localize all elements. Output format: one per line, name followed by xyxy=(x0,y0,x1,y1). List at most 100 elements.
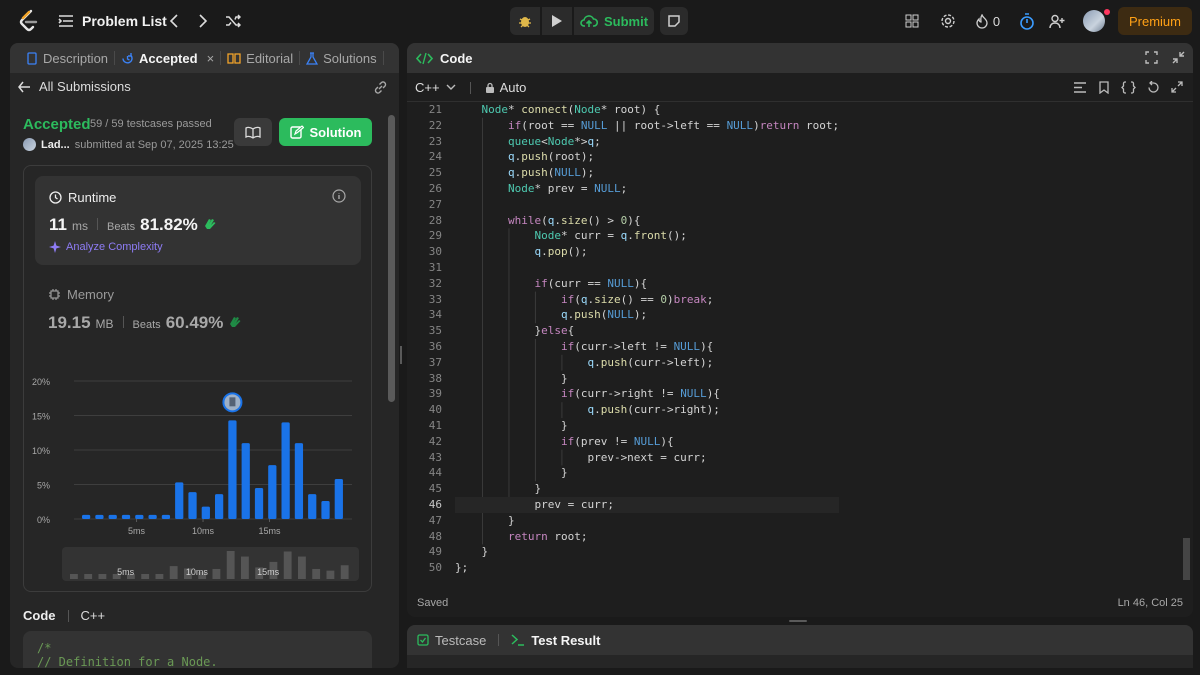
tab-solutions[interactable]: Solutions xyxy=(300,43,382,73)
code-editor[interactable]: 21 22 23 24 25 26 27 28 29 30 31 32 33 34 35 36 37 38 39 40… xyxy=(407,102,1193,588)
code-line[interactable]: if(prev != NULL){ xyxy=(455,434,839,450)
chart-bar xyxy=(268,465,277,519)
left-tabs: Description Accepted × Editorial Solutio… xyxy=(10,43,399,73)
distribution-minimap[interactable]: 5ms 10ms 15ms xyxy=(62,547,359,581)
code-line[interactable]: if(q.size() == 0)break; xyxy=(455,292,839,308)
submit-button[interactable]: Submit xyxy=(574,7,654,35)
link-icon[interactable] xyxy=(373,80,388,95)
divider xyxy=(96,218,98,230)
language-select[interactable]: C++ xyxy=(415,80,456,95)
editorial-button[interactable] xyxy=(234,118,272,146)
solution-button[interactable]: Solution xyxy=(279,118,372,146)
streak-counter[interactable]: 0 xyxy=(972,8,1004,34)
edit-icon xyxy=(289,125,304,139)
mode-select[interactable]: Auto xyxy=(485,80,526,95)
memory-header[interactable]: Memory xyxy=(48,287,114,302)
braces-icon[interactable] xyxy=(1121,81,1136,94)
layout-button[interactable] xyxy=(903,8,921,34)
line-number: 45 xyxy=(428,482,442,496)
analyze-complexity-link[interactable]: Analyze Complexity xyxy=(49,241,163,253)
maximize-icon[interactable] xyxy=(1145,51,1158,64)
format-icon[interactable] xyxy=(1073,81,1087,94)
code-brackets-icon xyxy=(416,52,433,64)
code-line[interactable]: Node* prev = NULL; xyxy=(455,181,839,197)
horizontal-resize-handle[interactable] xyxy=(789,620,807,622)
code-line[interactable]: if(root == NULL || root->left == NULL)re… xyxy=(455,118,839,134)
info-icon[interactable] xyxy=(332,189,346,203)
code-line[interactable]: q.push(root); xyxy=(455,149,839,165)
tab-testcase[interactable]: Testcase xyxy=(417,633,486,648)
invite-button[interactable] xyxy=(1046,8,1068,34)
notes-button[interactable] xyxy=(660,7,688,35)
avatar[interactable] xyxy=(1083,10,1105,32)
code-lines[interactable]: Node* connect(Node* root) { if(root == N… xyxy=(455,102,840,576)
problem-list-link[interactable]: Problem List xyxy=(58,8,167,34)
code-line[interactable]: return root; xyxy=(455,529,839,545)
problem-list-label: Problem List xyxy=(82,13,167,29)
code-line[interactable]: }; xyxy=(455,560,839,576)
runtime-card[interactable]: Runtime 11 ms Beats 81.82% Analyze Compl… xyxy=(35,176,361,265)
debug-button[interactable] xyxy=(510,7,540,35)
code-line[interactable]: while(q.size() > 0){ xyxy=(455,213,839,229)
tab-accepted[interactable]: Accepted × xyxy=(115,43,220,73)
tab-editorial[interactable]: Editorial xyxy=(221,43,299,73)
minimap-bar xyxy=(155,573,164,579)
prev-problem-button[interactable] xyxy=(165,8,183,34)
random-problem-button[interactable] xyxy=(222,8,244,34)
expand-icon[interactable] xyxy=(1171,81,1183,93)
code-line[interactable]: Node* curr = q.front(); xyxy=(455,228,839,244)
tab-description[interactable]: Description xyxy=(20,43,114,73)
chevron-down-icon xyxy=(446,84,456,90)
code-line[interactable]: q.push(NULL); xyxy=(455,307,839,323)
code-line[interactable]: q.push(curr->right); xyxy=(455,402,839,418)
settings-button[interactable] xyxy=(938,8,958,34)
submitted-code-preview: /* // Definition for a Node. xyxy=(23,631,372,668)
chart-bar xyxy=(241,443,250,519)
minimap-tick-label: 10ms xyxy=(186,567,209,577)
chart-bar xyxy=(321,501,330,519)
code-line[interactable] xyxy=(455,260,839,276)
code-line[interactable]: q.push(NULL); xyxy=(455,165,839,181)
code-line[interactable]: queue<Node*>q; xyxy=(455,134,839,150)
scrollbar-thumb[interactable] xyxy=(1183,538,1190,580)
premium-button[interactable]: Premium xyxy=(1118,7,1192,35)
run-button[interactable] xyxy=(542,7,572,35)
username[interactable]: Lad... xyxy=(41,139,70,151)
code-line[interactable]: q.push(curr->left); xyxy=(455,355,839,371)
reset-icon[interactable] xyxy=(1147,81,1160,94)
code-line[interactable]: } xyxy=(455,513,839,529)
code-line[interactable]: } xyxy=(455,371,839,387)
bookmark-icon[interactable] xyxy=(1098,81,1110,94)
editor-scrollbar[interactable] xyxy=(1182,102,1190,588)
code-line[interactable]: } xyxy=(455,418,839,434)
code-line[interactable]: } xyxy=(455,465,839,481)
collapse-icon[interactable] xyxy=(1172,51,1185,64)
close-icon[interactable]: × xyxy=(207,51,215,66)
all-submissions-link[interactable]: All Submissions xyxy=(18,79,131,94)
code-line[interactable]: if(curr->left != NULL){ xyxy=(455,339,839,355)
code-line[interactable]: Node* connect(Node* root) { xyxy=(455,102,839,118)
code-line[interactable] xyxy=(455,197,839,213)
code-line[interactable]: q.pop(); xyxy=(455,244,839,260)
minimap-bar xyxy=(340,565,349,579)
minimap-bar xyxy=(283,551,292,579)
panel-resize-handle[interactable] xyxy=(400,346,402,364)
code-line[interactable]: prev->next = curr; xyxy=(455,450,839,466)
chart-bar xyxy=(95,514,104,519)
clap-icon xyxy=(230,317,241,327)
cloud-upload-icon xyxy=(580,15,598,27)
code-line[interactable]: prev = curr; xyxy=(455,496,840,513)
code-label: Code xyxy=(23,608,56,623)
code-line[interactable]: } xyxy=(455,481,839,497)
code-line[interactable]: } xyxy=(455,544,839,560)
chart-bar xyxy=(281,422,290,519)
next-problem-button[interactable] xyxy=(194,8,212,34)
left-scrollbar[interactable] xyxy=(388,113,395,668)
tab-test-result[interactable]: Test Result xyxy=(511,633,600,648)
code-line[interactable]: if(curr == NULL){ xyxy=(455,276,839,292)
code-line[interactable]: }else{ xyxy=(455,323,839,339)
timer-button[interactable] xyxy=(1016,8,1038,34)
scrollbar-thumb[interactable] xyxy=(388,115,395,402)
leetcode-logo-icon[interactable] xyxy=(18,9,40,33)
code-line[interactable]: if(curr->right != NULL){ xyxy=(455,386,839,402)
